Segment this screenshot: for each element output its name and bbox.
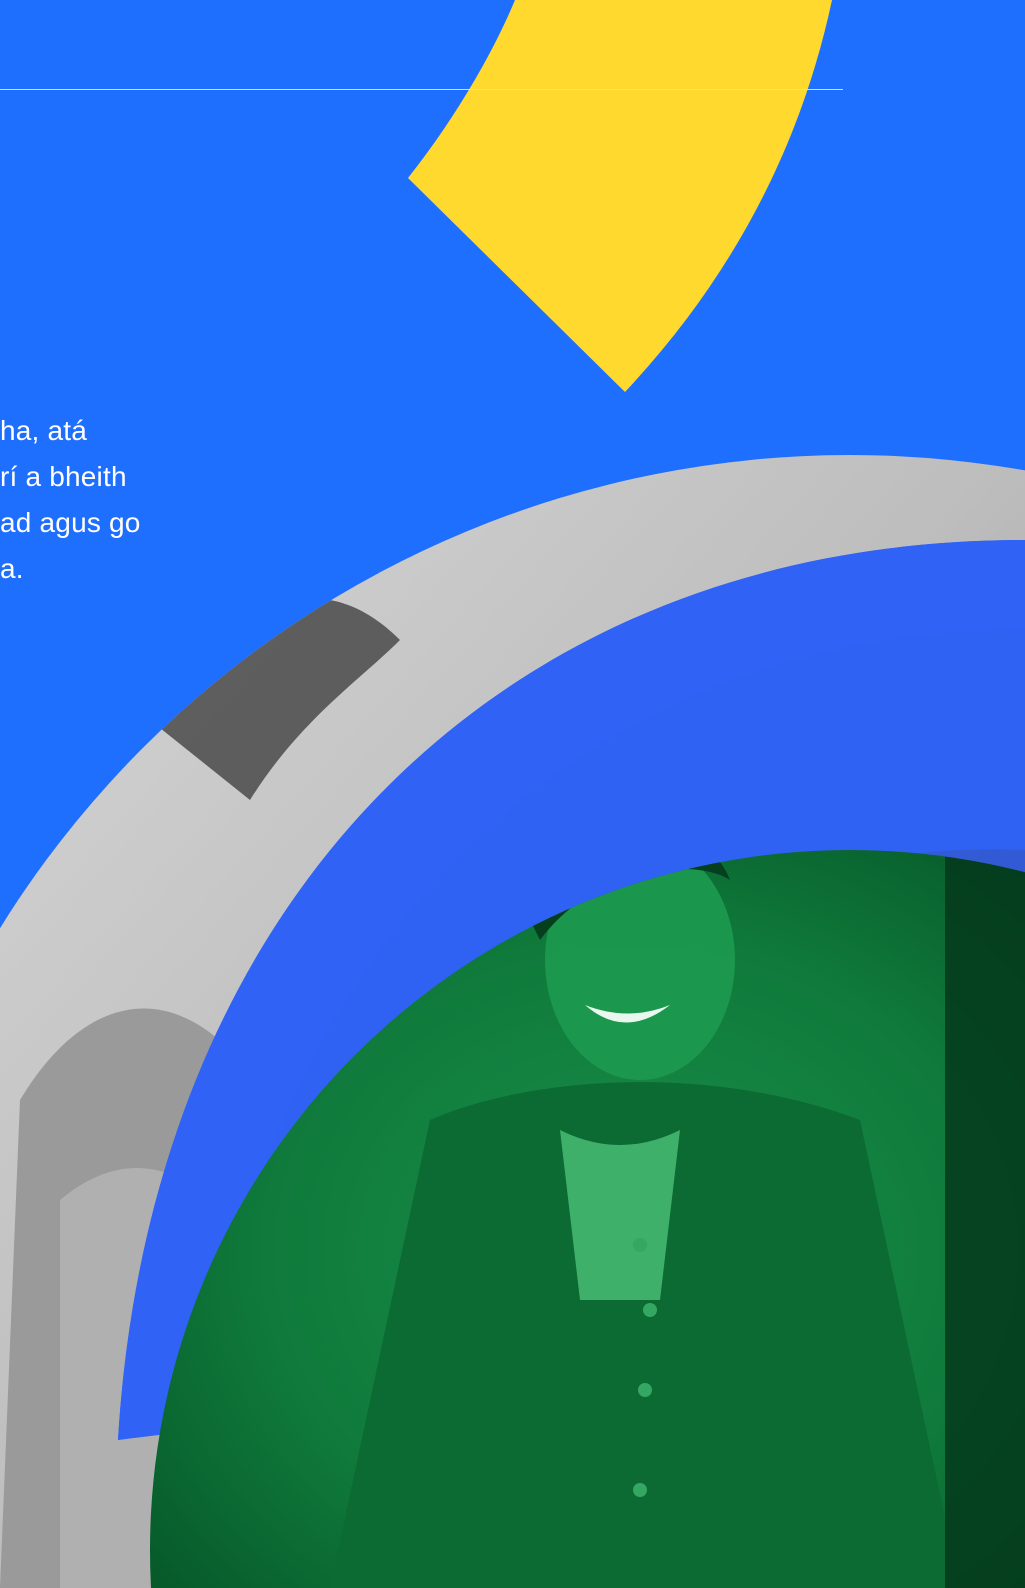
text-line: ad agus go bbox=[0, 507, 141, 538]
yellow-arc-shape bbox=[408, 0, 832, 392]
text-line: ha, atá bbox=[0, 415, 88, 446]
decorative-artwork bbox=[0, 0, 1025, 1588]
horizontal-rule bbox=[0, 89, 843, 90]
page: ha, atá rí a bheith ad agus go a. bbox=[0, 0, 1025, 1588]
text-line: rí a bheith bbox=[0, 461, 127, 492]
body-text-block: ha, atá rí a bheith ad agus go a. bbox=[0, 408, 141, 592]
text-line: a. bbox=[0, 553, 24, 584]
